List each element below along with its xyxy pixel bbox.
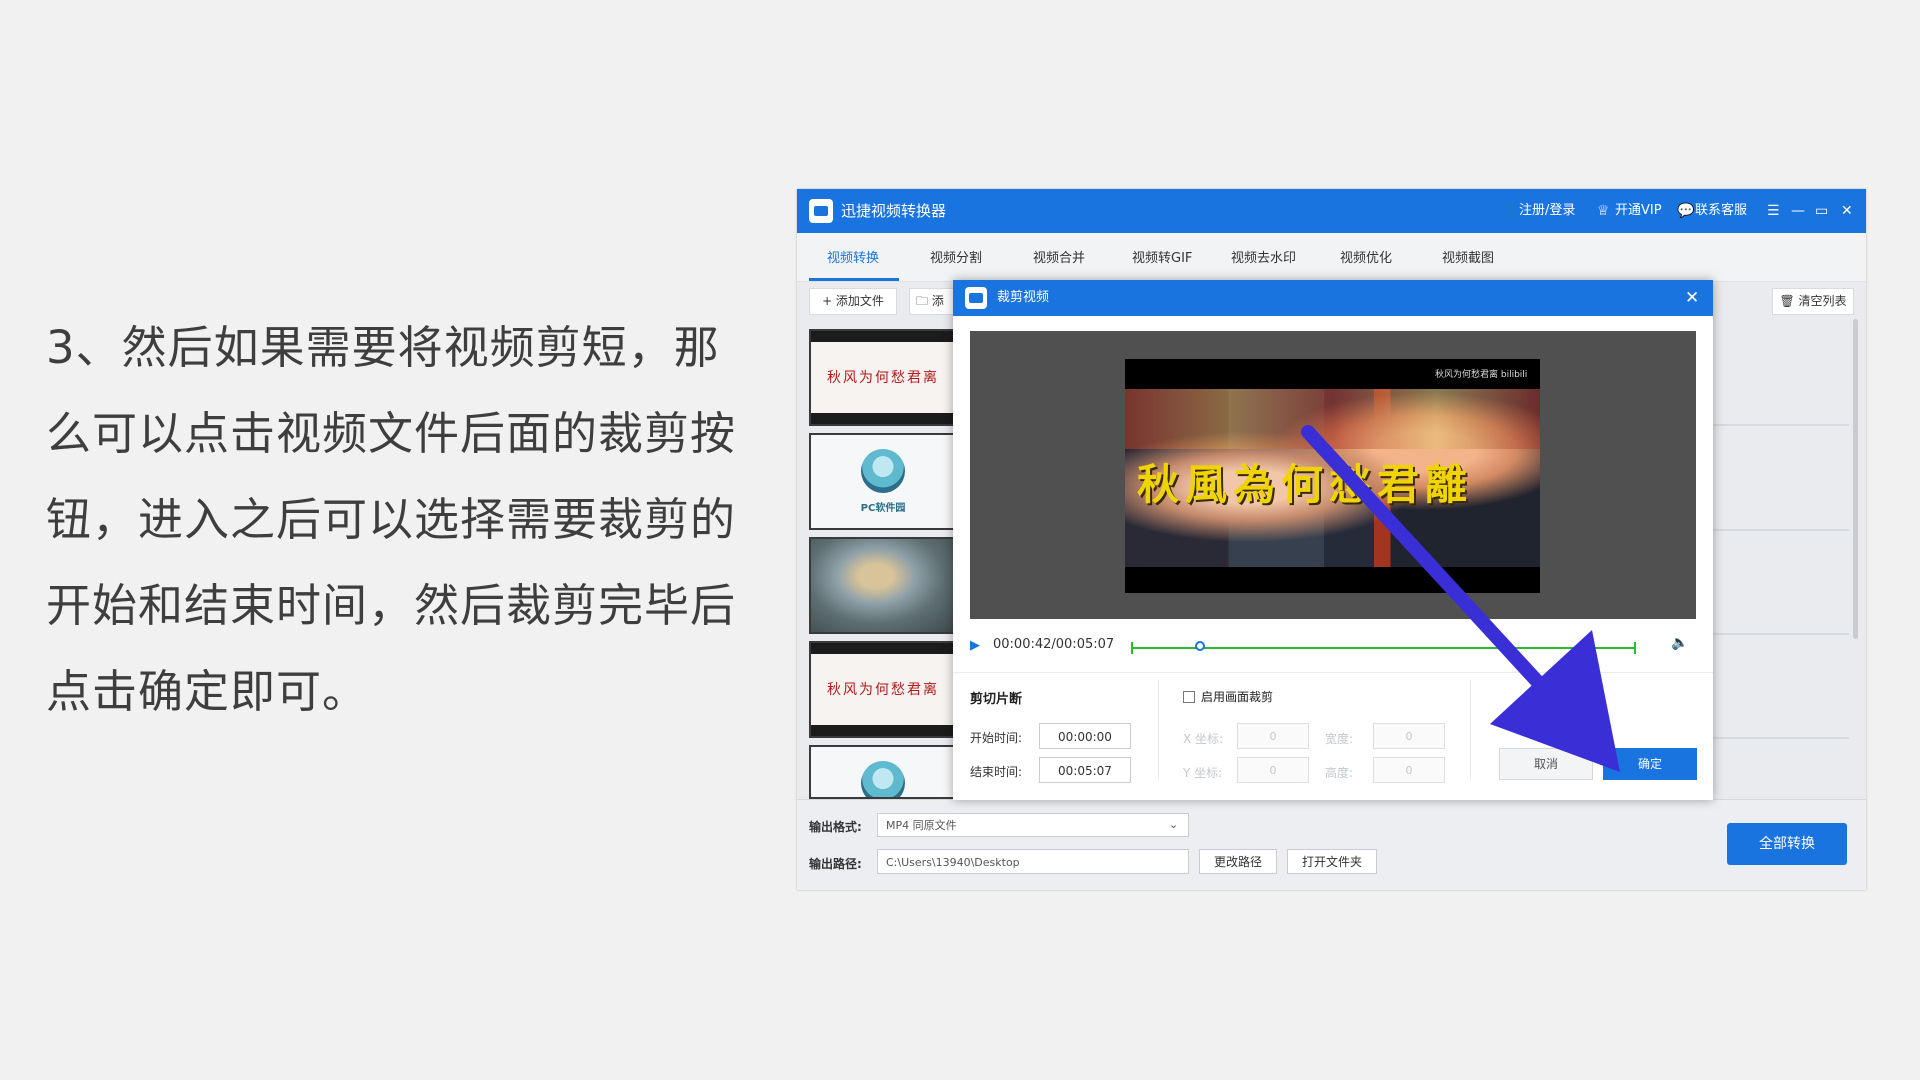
login-link[interactable]: 注册/登录 — [1519, 189, 1575, 233]
confirm-button[interactable]: 确定 — [1603, 748, 1697, 780]
user-icon: 👤 — [1501, 203, 1519, 219]
clear-list-button[interactable]: 🗑 清空列表 — [1772, 288, 1854, 315]
chat-icon: 💬 — [1677, 203, 1695, 219]
width-label: 宽度: — [1325, 732, 1354, 746]
chevron-down-icon: ⌄ — [1169, 818, 1179, 831]
mascot-icon — [861, 449, 905, 493]
output-path-input[interactable]: C:\Users\13940\Desktop — [877, 849, 1189, 874]
volume-icon[interactable]: 🔈 — [1671, 635, 1688, 651]
thumbnail-title: 秋风为何愁君离 — [827, 370, 939, 386]
video-thumbnail[interactable]: 秋风为何愁君离 — [809, 641, 957, 738]
play-icon[interactable]: ▶ — [970, 638, 980, 653]
timecode: 00:00:42/00:05:07 — [993, 637, 1115, 652]
video-preview-area: 秋风为何愁君离 bilibili 秋風為何愁君離 — [970, 331, 1696, 619]
video-thumbnail[interactable]: 秋风为何愁君离 — [809, 329, 957, 426]
start-time-label: 开始时间: — [970, 731, 1023, 745]
video-thumbnail[interactable]: PC软件园 — [809, 433, 957, 530]
output-format-label: 输出格式: — [809, 820, 862, 834]
tab-bar: 视频转换 视频分割 视频合并 视频转GIF 视频去水印 视频优化 视频截图 — [797, 233, 1866, 282]
tab-video-split[interactable]: 视频分割 — [930, 247, 982, 266]
playhead-handle[interactable] — [1195, 641, 1206, 651]
x-coord-input[interactable]: 0 — [1237, 723, 1309, 749]
height-input[interactable]: 0 — [1373, 757, 1445, 783]
change-path-button[interactable]: 更改路径 — [1199, 849, 1277, 874]
trim-end-handle[interactable] — [1634, 642, 1636, 654]
height-label: 高度: — [1325, 766, 1354, 780]
convert-all-button[interactable]: 全部转换 — [1727, 823, 1847, 865]
end-time-input[interactable]: 00:05:07 — [1039, 757, 1131, 783]
output-path-label: 输出路径: — [809, 857, 862, 871]
active-tab-indicator — [809, 278, 899, 281]
maximize-icon[interactable]: ▭ — [1815, 189, 1828, 233]
tab-video-convert[interactable]: 视频转换 — [827, 247, 879, 266]
section-separator — [1158, 680, 1159, 780]
video-watermark: 秋风为何愁君离 bilibili — [1435, 370, 1528, 380]
thumbnail-title: 秋风为何愁君离 — [827, 682, 939, 698]
support-link[interactable]: 联系客服 — [1695, 189, 1747, 233]
y-coord-input[interactable]: 0 — [1237, 757, 1309, 783]
tab-video-gif[interactable]: 视频转GIF — [1132, 247, 1192, 266]
video-thumbnail[interactable] — [809, 745, 957, 799]
timeline-track[interactable] — [1131, 647, 1636, 649]
vip-link[interactable]: 开通VIP — [1615, 189, 1662, 233]
width-input[interactable]: 0 — [1373, 723, 1445, 749]
tab-remove-watermark[interactable]: 视频去水印 — [1231, 247, 1296, 266]
close-icon[interactable]: ✕ — [1841, 189, 1853, 233]
enable-crop-label: 启用画面裁剪 — [1201, 690, 1274, 704]
mascot-icon — [861, 761, 905, 797]
dialog-logo-icon — [965, 287, 987, 309]
open-folder-button[interactable]: 打开文件夹 — [1287, 849, 1377, 874]
end-time-label: 结束时间: — [970, 765, 1023, 779]
tab-video-merge[interactable]: 视频合并 — [1033, 247, 1085, 266]
video-player[interactable]: 秋风为何愁君离 bilibili 秋風為何愁君離 — [1125, 359, 1540, 593]
title-bar: 迅捷视频转换器 👤 注册/登录 ♕ 开通VIP 💬 联系客服 ☰ — ▭ ✕ — [797, 189, 1866, 233]
enable-crop-checkbox[interactable] — [1183, 691, 1195, 703]
dialog-title: 裁剪视频 — [997, 290, 1050, 305]
list-scrollbar[interactable] — [1853, 319, 1858, 639]
cancel-button[interactable]: 取消 — [1499, 748, 1593, 780]
thumbnail-logo-text: PC软件园 — [860, 503, 906, 514]
section-divider — [953, 672, 1713, 673]
close-icon[interactable]: ✕ — [1685, 280, 1699, 316]
app-title: 迅捷视频转换器 — [841, 202, 947, 220]
minimize-icon[interactable]: — — [1791, 189, 1805, 233]
app-logo-icon — [809, 199, 833, 223]
video-subtitle: 秋風為何愁君離 — [1137, 460, 1474, 509]
menu-icon[interactable]: ☰ — [1767, 189, 1780, 233]
section-separator — [1470, 680, 1471, 780]
tab-video-screenshot[interactable]: 视频截图 — [1442, 247, 1494, 266]
start-time-input[interactable]: 00:00:00 — [1039, 723, 1131, 749]
add-file-button[interactable]: + 添加文件 — [809, 288, 897, 315]
instruction-text: 3、然后如果需要将视频剪短，那么可以点击视频文件后面的裁剪按钮，进入之后可以选择… — [46, 321, 737, 718]
vip-icon: ♕ — [1597, 203, 1610, 219]
tab-video-optimize[interactable]: 视频优化 — [1340, 247, 1392, 266]
cut-section-title: 剪切片断 — [970, 692, 1023, 707]
dialog-title-bar: 裁剪视频 ✕ — [953, 280, 1713, 316]
video-thumbnail[interactable] — [809, 537, 957, 634]
output-format-select[interactable]: MP4 同原文件 — [877, 813, 1189, 837]
add-folder-button[interactable]: 🗀 添 — [909, 288, 957, 315]
y-coord-label: Y 坐标: — [1183, 766, 1223, 780]
crop-video-dialog: 裁剪视频 ✕ 秋风为何愁君离 bilibili 秋風為何愁君離 ▶ 00:00:… — [953, 280, 1713, 800]
x-coord-label: X 坐标: — [1183, 732, 1224, 746]
